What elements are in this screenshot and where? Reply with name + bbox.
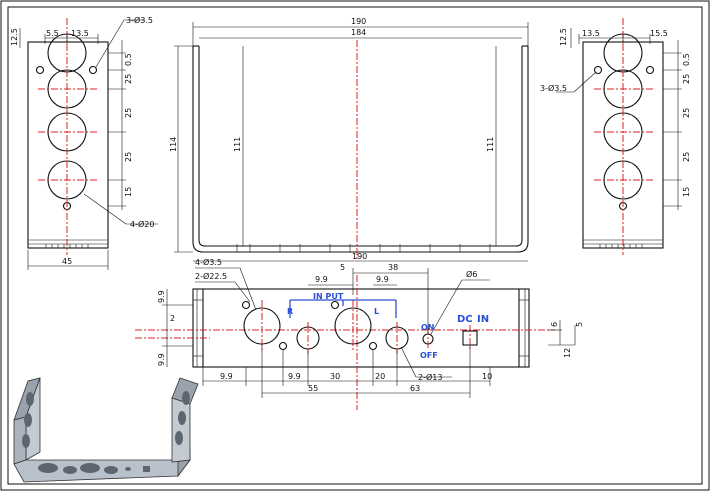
right-side-view: 13.5 15.5 12.5 3-Ø3.5 0.5 25 25 25 15 [540,18,691,255]
dim-38: 38 [388,263,398,272]
label-off: OFF [420,351,438,360]
dim-63: 63 [410,384,420,393]
label-on: ON [421,323,435,332]
label-r: R [287,307,293,316]
label-4-holes-20: 4-Ø20 [130,219,154,229]
label-3-holes-3-5: 3-Ø3.5 [126,15,153,25]
dim-12-right: 12 [563,348,572,358]
label-4-holes-3-5-bottom: 4-Ø3.5 [195,257,222,267]
isometric-bracket [13,377,199,483]
dim-13-5-right: 13.5 [582,29,600,38]
dim-5-right: 5 [575,322,584,327]
dim-15-right: 15 [682,187,691,197]
dim-9-9-bottom-b: 9.9 [288,372,301,381]
label-input: IN PUT [313,292,344,301]
front-view: 190 184 114 111 111 190 [169,17,529,262]
dim-9-9-a: 9.9 [315,275,328,284]
dim-15: 15 [124,187,133,197]
bottom-view: 2-Ø22.5 4-Ø3.5 9.9 5 38 9.9 Ø6 9.9 2 9.9… [135,257,584,410]
dim-13-5: 13.5 [71,29,89,38]
dim-6-right: 6 [550,322,559,327]
dim-190-bottom: 190 [352,252,367,261]
label-l: L [374,307,379,316]
dim-25-c-right: 25 [682,152,691,162]
dim-9-9-left-top: 9.9 [157,290,166,303]
dim-10: 10 [482,372,492,381]
dim-111-right: 111 [486,137,495,152]
dim-184-inner: 184 [351,28,366,37]
label-2-holes-22-5: 2-Ø22.5 [195,271,227,281]
dim-2-left: 2 [170,314,175,323]
dim-114-height: 114 [169,137,178,152]
dim-25-c: 25 [124,152,133,162]
dim-25-a: 25 [124,74,133,84]
dim-20: 20 [375,372,385,381]
dim-9-9-b: 9.9 [376,275,389,284]
dim-111-left: 111 [233,137,242,152]
dim-9-9-left-bottom: 9.9 [157,353,166,366]
label-dc: DC [457,314,473,325]
left-side-view: 5.5 13.5 3-Ø3.5 12.5 0.5 25 25 25 15 4-Ø… [10,15,158,270]
dim-190-outer: 190 [351,17,366,26]
dim-5-5: 5.5 [46,29,59,38]
dim-25-a-right: 25 [682,74,691,84]
dim-15-5-right: 15.5 [650,29,668,38]
label-in: IN [477,314,489,325]
label-2-holes-13: 2-Ø13 [418,372,442,382]
dim-0-5-right: 0.5 [682,53,691,66]
dim-45: 45 [62,257,72,266]
dim-12-5-right: 12.5 [559,28,568,46]
dim-12-5: 12.5 [10,28,19,46]
label-3-holes-3-5-right: 3-Ø3.5 [540,83,567,93]
dim-55: 55 [308,384,318,393]
dim-30: 30 [330,372,340,381]
dim-5: 5 [340,263,345,272]
dim-0-5: 0.5 [124,53,133,66]
dim-25-b: 25 [124,108,133,118]
dim-25-b-right: 25 [682,108,691,118]
dim-9-9-bottom-a: 9.9 [220,372,233,381]
technical-drawing: 5.5 13.5 3-Ø3.5 12.5 0.5 25 25 25 15 4-Ø… [0,0,710,491]
label-hole-6: Ø6 [466,269,477,279]
